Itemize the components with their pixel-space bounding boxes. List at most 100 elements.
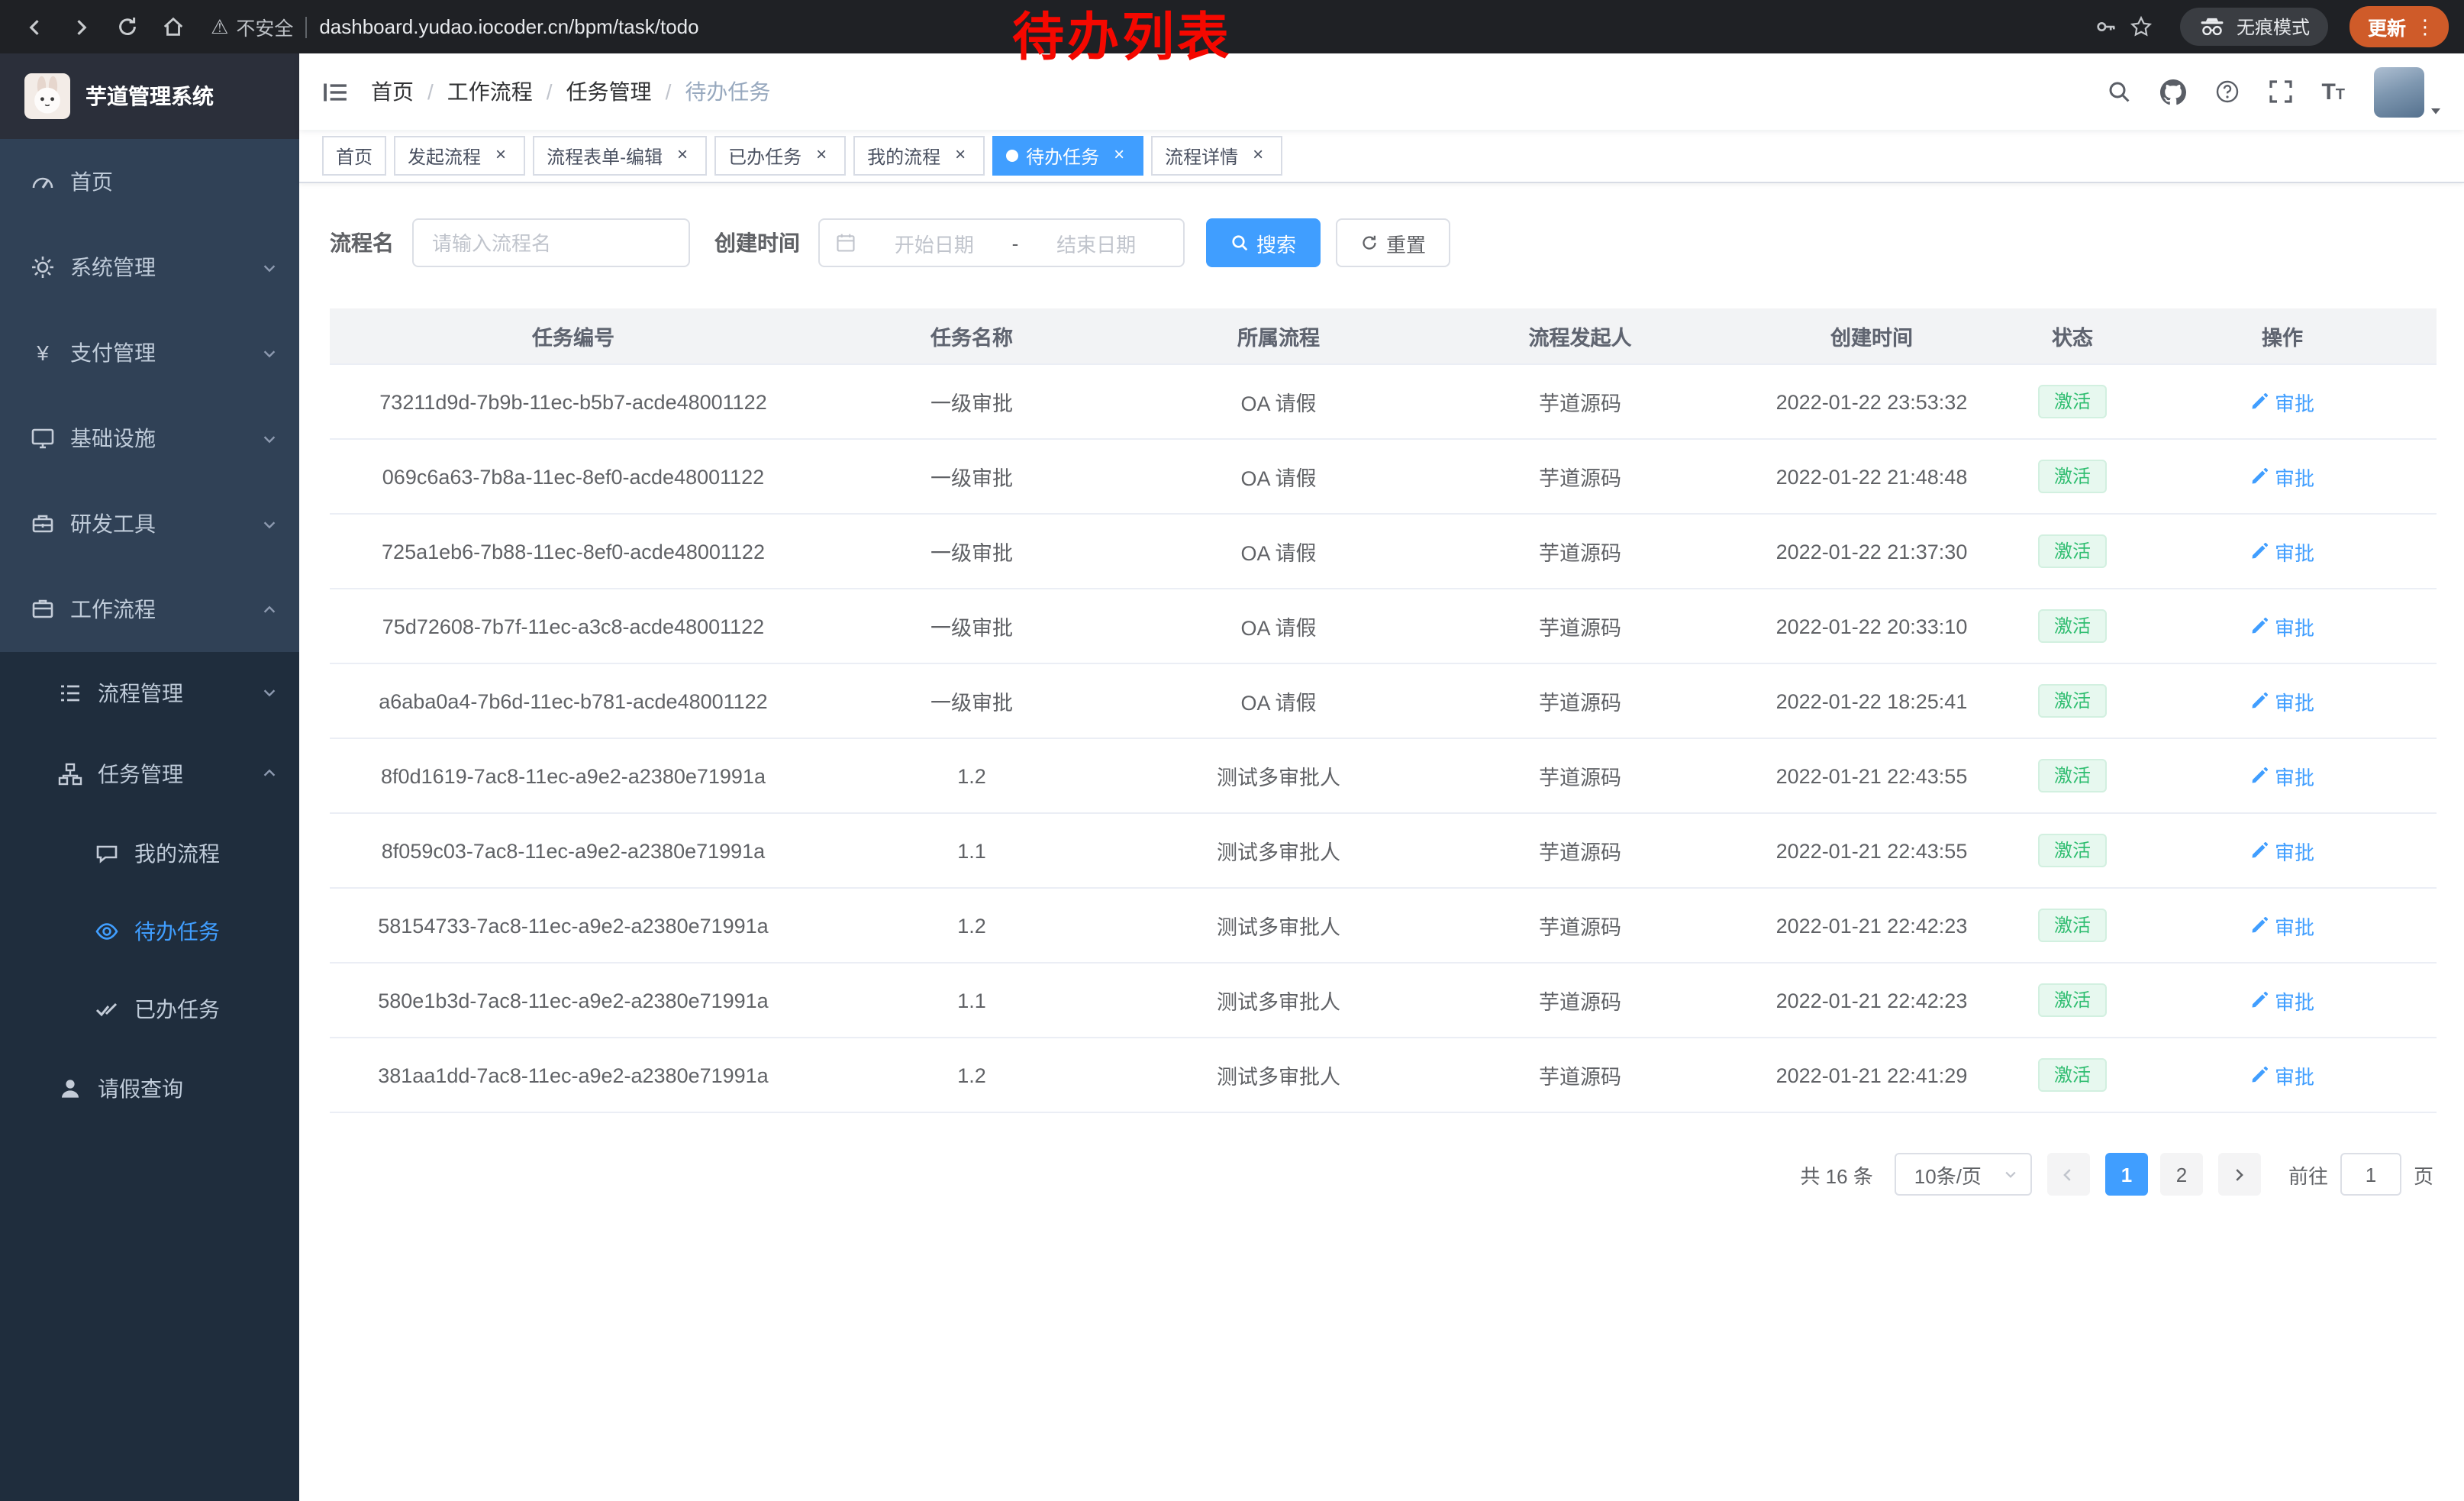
cell-process: 测试多审批人 xyxy=(1127,835,1430,866)
close-icon[interactable]: × xyxy=(811,145,832,166)
cell-process: 测试多审批人 xyxy=(1127,1060,1430,1090)
cell-task-name: 一级审批 xyxy=(817,386,1127,417)
approve-link[interactable]: 审批 xyxy=(2250,986,2314,1015)
browser-toolbar: ⚠ 不安全 dashboard.yudao.iocoder.cn/bpm/tas… xyxy=(0,0,2464,53)
page-content: 流程名 创建时间 开始日期 - 结束日期 搜索 xyxy=(299,183,2464,1501)
approve-link[interactable]: 审批 xyxy=(2250,1060,2314,1089)
process-name-input[interactable] xyxy=(412,218,690,267)
chat-icon xyxy=(95,841,119,865)
breadcrumb-home[interactable]: 首页 xyxy=(371,76,414,107)
sidebar-item-my-processes[interactable]: 我的流程 xyxy=(0,814,299,892)
cell-task-id: 8f0d1619-7ac8-11ec-a9e2-a2380e71991a xyxy=(330,764,817,787)
close-icon[interactable]: × xyxy=(950,145,971,166)
page-button-2[interactable]: 2 xyxy=(2160,1153,2203,1196)
page-button-1[interactable]: 1 xyxy=(2105,1153,2148,1196)
sidebar-item-system[interactable]: 系统管理 xyxy=(0,224,299,310)
approve-link[interactable]: 审批 xyxy=(2250,761,2314,790)
cell-process: OA 请假 xyxy=(1127,686,1430,716)
sidebar-item-workflow[interactable]: 工作流程 xyxy=(0,567,299,652)
approve-link[interactable]: 审批 xyxy=(2250,537,2314,566)
sidebar-item-task-management[interactable]: 任务管理 xyxy=(0,733,299,814)
page-size-select[interactable]: 10条/页 xyxy=(1895,1153,2032,1196)
url-text[interactable]: dashboard.yudao.iocoder.cn/bpm/task/todo xyxy=(319,15,698,38)
reset-button[interactable]: 重置 xyxy=(1336,218,1450,267)
tab-2[interactable]: 流程表单-编辑 × xyxy=(533,136,707,176)
sidebar-item-leave-query[interactable]: 请假查询 xyxy=(0,1047,299,1128)
approve-link[interactable]: 审批 xyxy=(2250,462,2314,491)
sidebar-item-infrastructure[interactable]: 基础设施 xyxy=(0,395,299,481)
approve-link[interactable]: 审批 xyxy=(2250,836,2314,865)
process-name-label: 流程名 xyxy=(330,228,394,258)
sidebar-item-devtools[interactable]: 研发工具 xyxy=(0,481,299,567)
sidebar-toggle-icon[interactable] xyxy=(299,79,371,105)
cell-created: 2022-01-22 21:48:48 xyxy=(1730,465,2014,488)
help-icon[interactable] xyxy=(2214,79,2239,104)
column-header: 状态 xyxy=(2014,321,2131,351)
tab-6[interactable]: 流程详情 × xyxy=(1151,136,1282,176)
approve-link[interactable]: 审批 xyxy=(2250,686,2314,715)
cell-created: 2022-01-21 22:43:55 xyxy=(1730,764,2014,787)
close-icon[interactable]: × xyxy=(1108,145,1130,166)
tab-1[interactable]: 发起流程 × xyxy=(394,136,525,176)
search-icon[interactable] xyxy=(2106,79,2130,104)
tab-5[interactable]: 待办任务 × xyxy=(992,136,1143,176)
close-icon[interactable]: × xyxy=(490,145,511,166)
search-button[interactable]: 搜索 xyxy=(1206,218,1321,267)
status-badge: 激活 xyxy=(2039,834,2106,867)
cell-starter: 芋道源码 xyxy=(1430,686,1730,716)
next-page-button[interactable] xyxy=(2218,1153,2261,1196)
forward-icon[interactable] xyxy=(61,7,101,47)
bookmark-star-icon[interactable] xyxy=(2130,15,2153,38)
avatar[interactable] xyxy=(2374,66,2424,117)
github-icon[interactable] xyxy=(2159,79,2185,105)
search-icon xyxy=(1230,234,1249,252)
sidebar-item-payment[interactable]: ¥ 支付管理 xyxy=(0,310,299,395)
edit-icon xyxy=(2250,916,2269,934)
status-badge: 激活 xyxy=(2039,534,2106,568)
cell-created: 2022-01-21 22:42:23 xyxy=(1730,914,2014,937)
sidebar-item-process-management[interactable]: 流程管理 xyxy=(0,652,299,733)
home-icon[interactable] xyxy=(153,7,192,47)
font-size-icon[interactable]: TT xyxy=(2321,80,2345,103)
cell-starter: 芋道源码 xyxy=(1430,910,1730,941)
goto-page-input[interactable] xyxy=(2340,1153,2401,1196)
security-label: 不安全 xyxy=(236,12,293,41)
tab-3[interactable]: 已办任务 × xyxy=(714,136,846,176)
sidebar-item-home[interactable]: 首页 xyxy=(0,139,299,224)
close-icon[interactable]: × xyxy=(672,145,693,166)
user-menu[interactable] xyxy=(2374,66,2443,117)
tab-0[interactable]: 首页 xyxy=(322,136,386,176)
double-check-icon xyxy=(95,996,119,1021)
prev-page-button[interactable] xyxy=(2047,1153,2090,1196)
password-key-icon[interactable] xyxy=(2095,15,2117,38)
date-range-picker[interactable]: 开始日期 - 结束日期 xyxy=(818,218,1185,267)
security-chip[interactable]: ⚠ 不安全 xyxy=(211,12,293,41)
edit-icon xyxy=(2250,991,2269,1009)
edit-icon xyxy=(2250,1066,2269,1084)
incognito-icon xyxy=(2198,17,2226,37)
browser-menu-icon[interactable]: ⋮ xyxy=(2415,15,2435,39)
edit-icon xyxy=(2250,767,2269,785)
address-bar[interactable]: ⚠ 不安全 dashboard.yudao.iocoder.cn/bpm/tas… xyxy=(211,12,2153,41)
sidebar-item-todo-tasks[interactable]: 待办任务 xyxy=(0,892,299,970)
tab-4[interactable]: 我的流程 × xyxy=(853,136,985,176)
cell-task-name: 一级审批 xyxy=(817,536,1127,567)
close-icon[interactable]: × xyxy=(1247,145,1269,166)
status-badge: 激活 xyxy=(2039,684,2106,718)
breadcrumb-task-management[interactable]: 任务管理 xyxy=(566,76,652,107)
approve-link[interactable]: 审批 xyxy=(2250,911,2314,940)
navbar: 首页 / 工作流程 / 任务管理 / 待办任务 xyxy=(299,53,2464,130)
approve-link[interactable]: 审批 xyxy=(2250,387,2314,416)
approve-link[interactable]: 审批 xyxy=(2250,612,2314,641)
sidebar-item-done-tasks[interactable]: 已办任务 xyxy=(0,970,299,1047)
table-row: 725a1eb6-7b88-11ec-8ef0-acde48001122 一级审… xyxy=(330,515,2437,589)
breadcrumb-workflow[interactable]: 工作流程 xyxy=(447,76,533,107)
cell-process: OA 请假 xyxy=(1127,536,1430,567)
cell-process: 测试多审批人 xyxy=(1127,760,1430,791)
back-icon[interactable] xyxy=(15,7,55,47)
incognito-badge: 无痕模式 xyxy=(2180,8,2328,46)
breadcrumb: 首页 / 工作流程 / 任务管理 / 待办任务 xyxy=(371,76,770,107)
reload-icon[interactable] xyxy=(107,7,147,47)
update-button[interactable]: 更新 ⋮ xyxy=(2350,6,2449,47)
fullscreen-icon[interactable] xyxy=(2268,79,2292,104)
